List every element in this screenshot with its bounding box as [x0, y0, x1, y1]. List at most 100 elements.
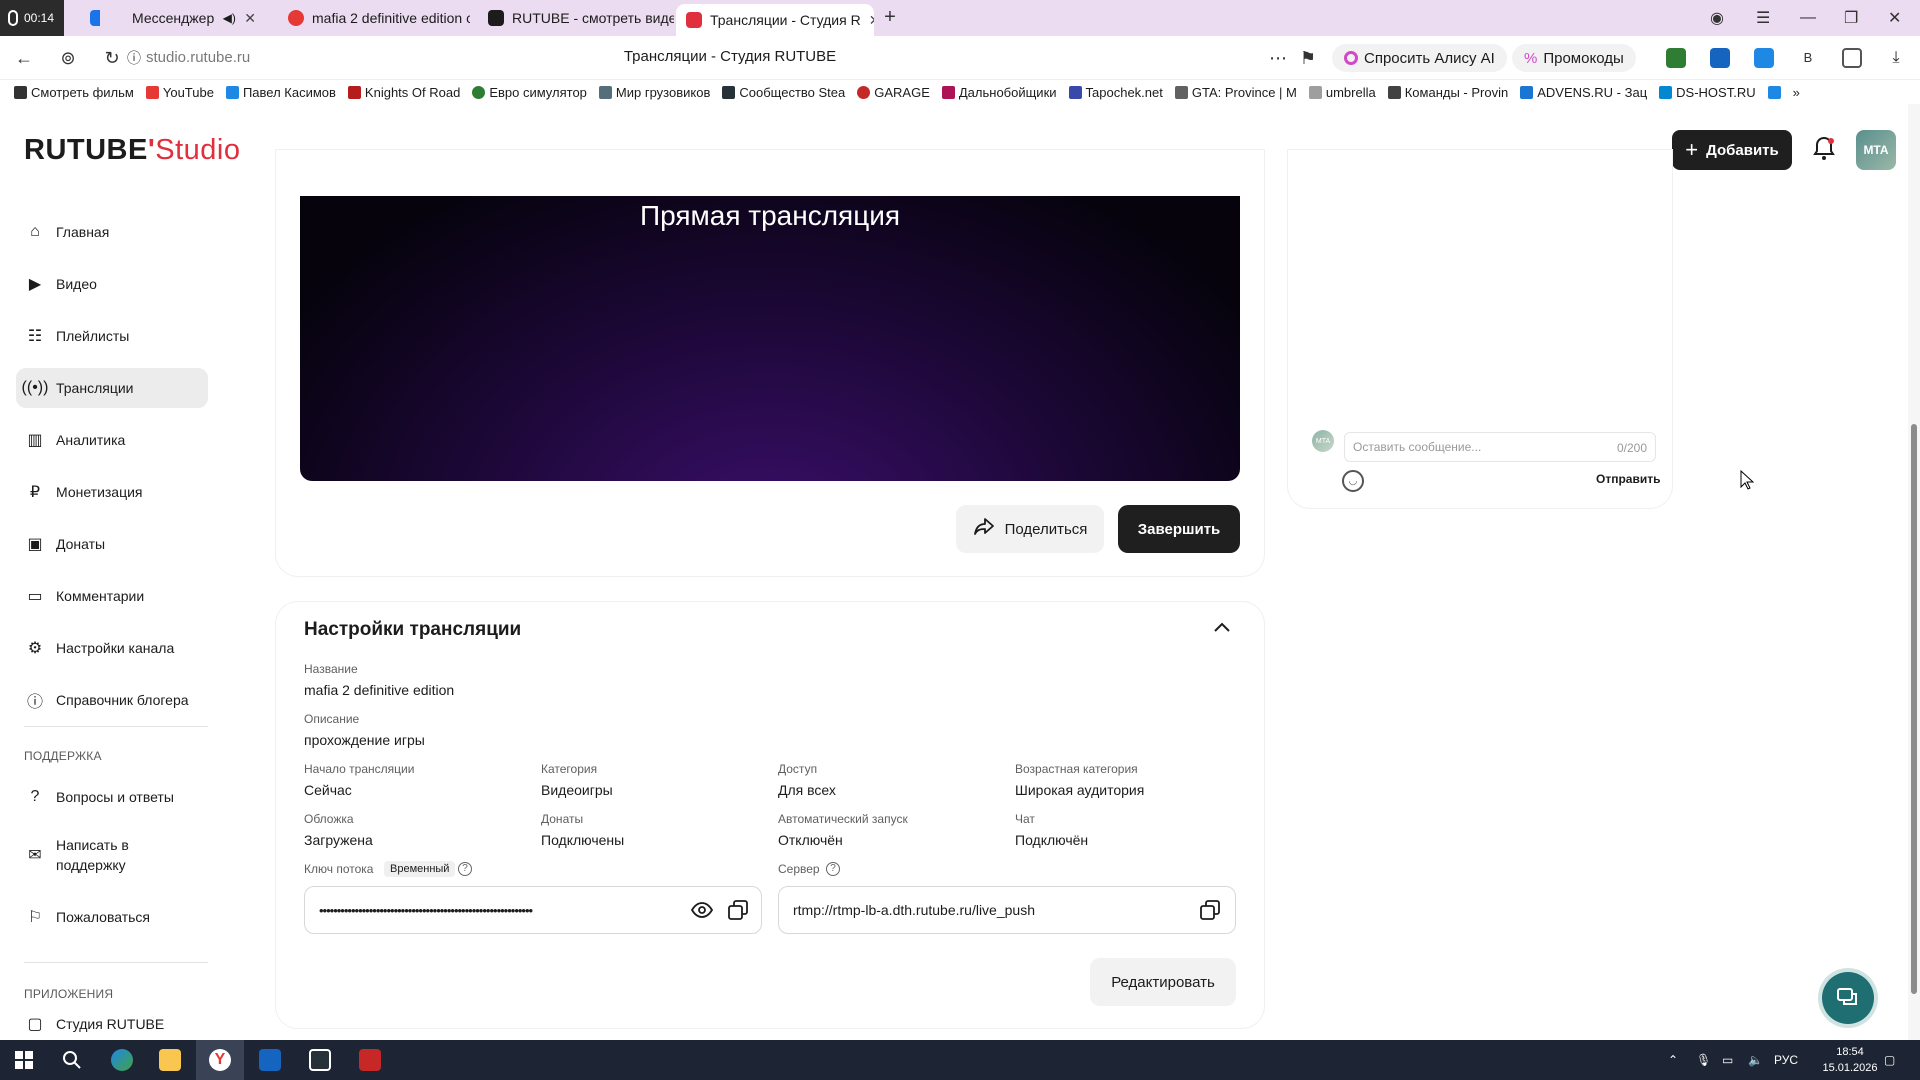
- copy-key-icon[interactable]: [726, 898, 750, 922]
- sidebar-item-channel-settings[interactable]: ⚙ Настройки канала: [16, 628, 208, 668]
- sidebar-item-faq[interactable]: ? Вопросы и ответы: [16, 777, 208, 817]
- bookmark-item[interactable]: Смотреть фильм: [14, 85, 134, 100]
- sidebar-item-report[interactable]: ⚐ Пожаловаться: [16, 897, 208, 937]
- sidebar-item-video[interactable]: ▶ Видео: [16, 264, 208, 304]
- scrollbar-thumb[interactable]: [1911, 424, 1917, 994]
- bookmark-item[interactable]: GTA: Province | M: [1174, 85, 1297, 100]
- field-label-age: Возрастная категория: [1015, 762, 1138, 776]
- tab-messenger[interactable]: Мессенджер ◀) ✕: [122, 4, 266, 32]
- add-button[interactable]: + Добавить: [1672, 130, 1792, 170]
- edge-browser-icon[interactable]: [98, 1040, 146, 1080]
- bookmark-item[interactable]: DS-HOST.RU: [1659, 85, 1756, 100]
- sidebar-item-analytics[interactable]: ▥ Аналитика: [16, 420, 208, 460]
- notification-bell-icon[interactable]: [1810, 136, 1838, 164]
- sidebar-item-write-support[interactable]: ✉ Написать в поддержку: [16, 833, 208, 877]
- page-scrollbar[interactable]: [1908, 104, 1920, 1040]
- windows-start-icon[interactable]: [0, 1040, 48, 1080]
- sidebar-item-studio-app[interactable]: ▢ Студия RUTUBE: [16, 1012, 208, 1036]
- bookmark-item[interactable]: YouTube: [145, 85, 214, 100]
- bookmark-item[interactable]: Сообщество Stea: [722, 85, 845, 100]
- chevron-up-icon[interactable]: [1212, 620, 1232, 640]
- bookmark-item[interactable]: Павел Касимов: [225, 84, 336, 100]
- close-tab-icon[interactable]: ✕: [869, 12, 874, 29]
- microphone-tray-icon[interactable]: 🎙: [1696, 1040, 1711, 1080]
- close-tab-icon[interactable]: ✕: [244, 10, 256, 27]
- network-icon[interactable]: ▭: [1722, 1040, 1733, 1080]
- url-field[interactable]: studio.rutube.ru: [146, 49, 250, 66]
- bookmark-item[interactable]: ADVENS.RU - Зац: [1520, 85, 1647, 100]
- tab-rutube[interactable]: RUTUBE - смотреть виде: [478, 4, 674, 32]
- minimize-icon[interactable]: —: [1800, 0, 1816, 36]
- restore-icon[interactable]: ❐: [1844, 0, 1858, 36]
- share-button[interactable]: Поделиться: [956, 505, 1104, 553]
- back-arrow-icon[interactable]: ←: [12, 46, 36, 70]
- more-dots-icon[interactable]: ⋯: [1266, 46, 1290, 70]
- support-chat-icon[interactable]: [1822, 972, 1874, 1024]
- bookmark-item[interactable]: GARAGE: [857, 85, 930, 100]
- notifications-icon[interactable]: ▢: [1884, 1040, 1895, 1080]
- bookmark-item[interactable]: Knights Of Road: [347, 84, 461, 100]
- bookmark-icon[interactable]: ⚑: [1296, 46, 1320, 70]
- vk-extension-icon[interactable]: [1754, 48, 1774, 68]
- reload-icon[interactable]: ↻: [100, 46, 124, 70]
- server-url-field[interactable]: rtmp://rtmp-lb-a.dth.rutube.ru/live_push: [778, 886, 1236, 934]
- rutube-studio-logo[interactable]: RUTUBE'Studio: [24, 134, 240, 167]
- sidebar-item-home[interactable]: ⌂ Главная: [16, 212, 208, 252]
- promo-codes-button[interactable]: % Промокоды: [1512, 44, 1636, 72]
- site-info-icon[interactable]: ⓘ: [122, 46, 146, 70]
- copy-server-icon[interactable]: [1198, 898, 1222, 922]
- xbox-app-icon[interactable]: [246, 1040, 294, 1080]
- bookmark-item[interactable]: Tapochek.net: [1068, 85, 1163, 100]
- sidebar-item-comments[interactable]: ▭ Комментарии: [16, 576, 208, 616]
- eye-icon[interactable]: [690, 898, 714, 922]
- end-stream-button[interactable]: Завершить: [1118, 505, 1240, 553]
- help-icon[interactable]: ?: [458, 862, 472, 876]
- letter-b-extension-icon[interactable]: B: [1798, 48, 1818, 68]
- bookmark-item[interactable]: [1767, 85, 1781, 99]
- volume-icon[interactable]: 🔈: [1748, 1040, 1763, 1080]
- bookmark-item[interactable]: Евро симулятор: [472, 85, 587, 100]
- sidebar-item-donations[interactable]: ▣ Донаты: [16, 524, 208, 564]
- ask-alice-button[interactable]: Спросить Алису AI: [1332, 44, 1507, 72]
- download-icon[interactable]: ⤓: [1886, 48, 1906, 68]
- game-app-icon[interactable]: [296, 1040, 344, 1080]
- yandex-browser-icon[interactable]: Y: [196, 1040, 244, 1080]
- tab-pinned[interactable]: [80, 4, 100, 32]
- edit-button[interactable]: Редактировать: [1090, 958, 1236, 1006]
- sidebar-item-monetization[interactable]: ₽ Монетизация: [16, 472, 208, 512]
- mute-icon[interactable]: ◀): [223, 11, 236, 25]
- bookmark-label: Knights Of Road: [364, 84, 461, 100]
- bookmark-item[interactable]: umbrella: [1308, 85, 1376, 100]
- bookmark-item[interactable]: Мир грузовиков: [598, 85, 710, 100]
- bookmark-item[interactable]: Команды - Provin: [1387, 85, 1508, 100]
- sidebar-item-blogger-guide[interactable]: ⓘ Справочник блогера: [16, 680, 208, 720]
- sidebar-item-broadcasts[interactable]: ((•)) Трансляции: [16, 368, 208, 408]
- tab-broadcasts-studio[interactable]: Трансляции - Студия R ✕: [676, 4, 874, 36]
- new-tab-plus-icon[interactable]: +: [880, 7, 900, 28]
- search-icon[interactable]: [48, 1040, 96, 1080]
- close-window-icon[interactable]: ✕: [1888, 0, 1901, 36]
- language-indicator[interactable]: РУС: [1774, 1040, 1798, 1080]
- yandex-shield-icon[interactable]: ⊚: [56, 46, 80, 70]
- red-app-icon[interactable]: [346, 1040, 394, 1080]
- send-button[interactable]: Отправить: [1596, 472, 1660, 486]
- video-preview[interactable]: Прямая трансляция: [300, 196, 1240, 481]
- profile-icon[interactable]: ◉: [1710, 0, 1724, 36]
- extension-icon[interactable]: [1666, 48, 1686, 68]
- chat-message-input[interactable]: Оставить сообщение... 0/200: [1344, 432, 1656, 462]
- extension-new-icon[interactable]: [1710, 48, 1730, 68]
- emoji-icon[interactable]: ◡: [1342, 470, 1364, 492]
- user-avatar[interactable]: MTA: [1856, 130, 1896, 170]
- file-explorer-icon[interactable]: [146, 1040, 194, 1080]
- sidebar-item-playlists[interactable]: ☷ Плейлисты: [16, 316, 208, 356]
- tray-expand-icon[interactable]: ⌃: [1668, 1040, 1678, 1080]
- system-clock[interactable]: 18:54 15.01.2026: [1822, 1044, 1878, 1076]
- field-value-cover: Загружена: [304, 832, 373, 848]
- menu-icon[interactable]: ☰: [1756, 0, 1770, 36]
- bookmark-label: Павел Касимов: [242, 84, 336, 100]
- tab-mafia-search[interactable]: mafia 2 definitive edition c: [278, 4, 470, 32]
- help-icon[interactable]: ?: [826, 862, 840, 876]
- bookmark-item[interactable]: Дальнобойщики: [941, 85, 1057, 100]
- bookmarks-overflow-icon[interactable]: »: [1793, 85, 1800, 100]
- collections-icon[interactable]: [1842, 48, 1862, 68]
